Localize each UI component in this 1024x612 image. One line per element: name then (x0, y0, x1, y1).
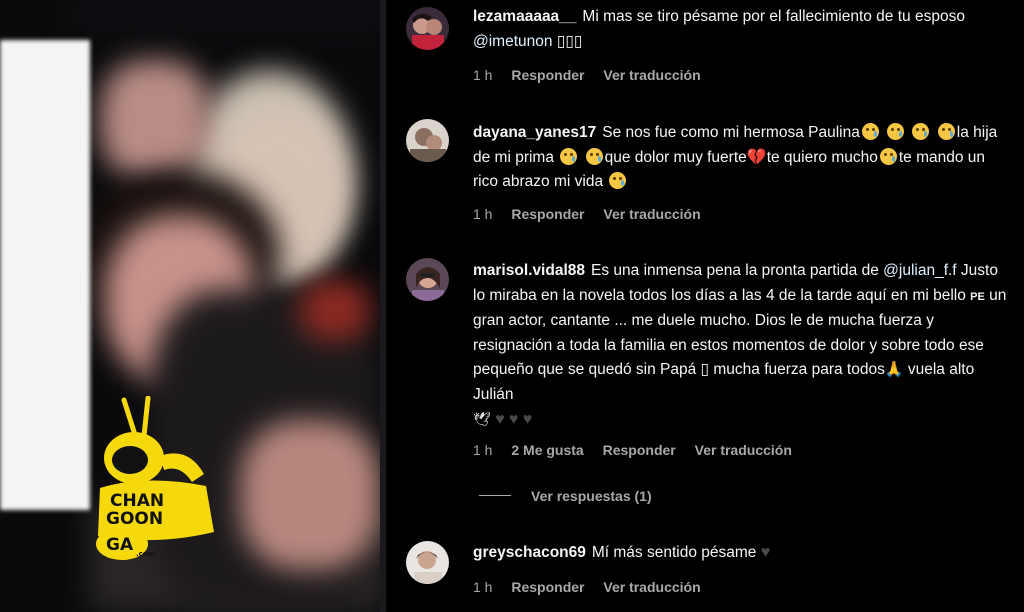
comment-body: lezamaaaaa__ Mi mas se tiro pésame por el… (473, 5, 1008, 54)
logo-text-3: GA (106, 535, 134, 555)
praying-hands-icon: 🙏 (884, 361, 904, 378)
black-heart-icon: ♥ (522, 411, 533, 428)
avatar[interactable] (406, 7, 449, 50)
comment-username[interactable]: marisol.vidal88 (473, 262, 585, 279)
reply-button[interactable]: Responder (511, 579, 584, 595)
comment-text: te quiero mucho (766, 148, 878, 166)
comment-text: Es una inmensa pena la pronta partida de (591, 262, 879, 279)
comment-text: Mi mas se tiro pésame por el fallecimien… (582, 8, 965, 25)
black-heart-icon: ♥ (495, 411, 505, 428)
comment-meta: 1 h Responder Ver traducción (473, 579, 716, 595)
see-translation-button[interactable]: Ver traducción (603, 67, 700, 83)
comment-time: 1 h (473, 67, 493, 83)
crying-face-icon (879, 147, 897, 165)
likes-count[interactable]: 2 Me gusta (511, 442, 583, 458)
reply-button[interactable]: Responder (511, 206, 584, 222)
comment-text: mucha fuerza para todos (713, 361, 885, 378)
crying-face-icon (912, 123, 930, 140)
reply-button[interactable]: Responder (603, 442, 676, 458)
view-replies-label: Ver respuestas (1) (531, 488, 652, 504)
comment-meta: 1 h 2 Me gusta Responder Ver traducción (473, 442, 807, 458)
comment-body: greyschacon69 Mí más sentido pésame ♥ (473, 541, 1008, 566)
dove-icon: 🕊 (473, 411, 491, 427)
comment-time: 1 h (473, 579, 493, 595)
comment-mention[interactable]: @imetunon (473, 33, 553, 50)
view-replies-button[interactable]: Ver respuestas (1) (479, 488, 652, 504)
comment-mention[interactable]: @julian_f.f (883, 262, 956, 279)
crying-face-icon (887, 123, 905, 140)
comment-username[interactable]: lezamaaaaa__ (473, 8, 576, 25)
replies-divider (479, 495, 511, 496)
comment-meta: 1 h Responder Ver traducción (473, 67, 716, 83)
comment-text: ▯▯▯ (556, 32, 583, 50)
logo-text-1: CHAN (110, 491, 164, 511)
photo-region (300, 280, 370, 340)
comment-text: Se nos fue como mi hermosa Paulina (602, 124, 860, 141)
broken-heart-icon: 💔 (746, 148, 767, 166)
crying-face-icon (585, 147, 603, 165)
photo-region (70, 0, 386, 30)
logo-domain: .com (136, 550, 155, 558)
peru-flag-icon: PE (970, 290, 985, 303)
avatar[interactable] (406, 541, 449, 584)
comment-time: 1 h (473, 442, 493, 458)
photo-region (240, 420, 380, 570)
comment-body: marisol.vidal88 Es una inmensa pena la pr… (473, 259, 1008, 433)
crying-face-icon (861, 123, 879, 140)
comment-username[interactable]: greyschacon69 (473, 544, 586, 561)
comment-text: que dolor muy fuerte (604, 148, 747, 166)
changoonga-logo: CHAN GOON GA .com (96, 396, 214, 560)
comment-time: 1 h (473, 206, 493, 222)
comment-meta: 1 h Responder Ver traducción (473, 206, 716, 222)
avatar[interactable] (406, 258, 449, 301)
black-heart-icon: ♥ (508, 411, 519, 428)
comments-panel: lezamaaaaa__ Mi mas se tiro pésame por el… (386, 0, 1024, 612)
comment-username[interactable]: dayana_yanes17 (473, 124, 596, 141)
loudly-crying-face-icon (609, 172, 627, 189)
comment-text: ▯ (700, 361, 710, 378)
logo-text-2: GOON (106, 509, 163, 529)
reply-button[interactable]: Responder (511, 67, 584, 83)
crying-face-icon (560, 147, 578, 165)
crying-face-icon (937, 123, 955, 140)
blurred-photo: CHAN GOON GA .com (0, 0, 386, 612)
see-translation-button[interactable]: Ver traducción (603, 206, 700, 222)
avatar[interactable] (406, 119, 449, 162)
see-translation-button[interactable]: Ver traducción (603, 579, 700, 595)
photo-white-area (0, 40, 90, 510)
comment-body: dayana_yanes17 Se nos fue como mi hermosa… (473, 121, 1008, 195)
black-heart-icon: ♥ (760, 544, 771, 561)
photo-region (100, 60, 210, 180)
comment-text: Mí más sentido pésame (591, 544, 757, 561)
see-translation-button[interactable]: Ver traducción (695, 442, 792, 458)
